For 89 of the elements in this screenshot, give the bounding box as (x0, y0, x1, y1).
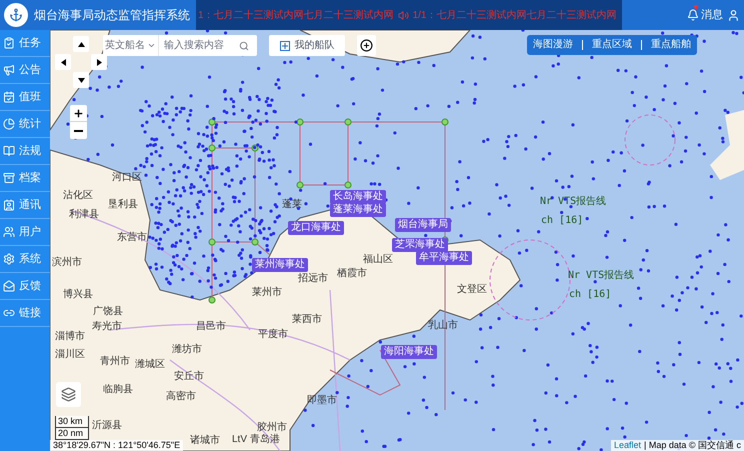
coordinates-readout: 38°18'29.67"N : 121°50'46.75"E (50, 440, 184, 451)
place-label: 东营市 (117, 233, 147, 243)
link-icon (3, 307, 15, 319)
feedback-icon (3, 280, 15, 292)
place-label: 潍坊市 (172, 345, 202, 355)
minus-icon (74, 130, 83, 132)
scale-label: 20 nm (55, 428, 89, 440)
place-label: 莱西市 (292, 315, 322, 325)
bell-icon (687, 9, 699, 21)
attribution-text: | Map data © 国交信通 c (644, 440, 741, 451)
system-icon (3, 253, 15, 265)
logo-icon (4, 3, 28, 27)
notice-text: 1：七月二十三测试内网七月二十三测试内网 (198, 8, 394, 22)
view-tab[interactable]: 海图漫游 (533, 40, 573, 50)
place-label: 博兴县 (63, 290, 93, 300)
pan-up-button[interactable] (73, 36, 89, 52)
place-label: 高密市 (166, 392, 196, 402)
place-label: 利津县 (69, 210, 99, 220)
pan-down-button[interactable] (73, 72, 89, 88)
place-label: 胶州市 (257, 423, 287, 433)
law-icon (3, 145, 15, 157)
place-label: 潍城区 (135, 360, 165, 370)
place-label: 寿光市 (92, 322, 122, 332)
messages-button[interactable]: 消息 (687, 6, 723, 24)
search-icon[interactable] (239, 40, 249, 50)
layers-icon (61, 387, 76, 402)
view-tab[interactable]: 重点区域 (582, 40, 632, 50)
place-label: 栖霞市 (337, 269, 367, 279)
triangle-down-icon (78, 78, 84, 82)
leaflet-link[interactable]: Leaflet (614, 440, 641, 451)
office-marker[interactable]: 长岛海事处 (330, 190, 386, 204)
pan-left-button[interactable] (55, 54, 71, 70)
place-label: 文登区 (457, 285, 487, 295)
triangle-right-icon (96, 58, 102, 66)
contact-icon (3, 199, 15, 211)
place-label: 蓬莱 (282, 200, 302, 210)
place-label: 青州市 (100, 357, 130, 367)
vts-label: Nr VTS报告线 (568, 271, 634, 281)
place-label: 临朐县 (103, 385, 133, 395)
place-label: 沂源县 (92, 421, 122, 431)
archive-icon (3, 172, 15, 184)
office-marker[interactable]: 海阳海事处 (381, 345, 437, 359)
vts-label: ch [16] (541, 216, 584, 226)
place-label: 莱州市 (252, 288, 282, 298)
scale-label: 30 km (55, 416, 89, 428)
search-input[interactable]: 输入搜索内容 (159, 38, 239, 53)
circle-plus-icon (360, 39, 373, 52)
office-marker[interactable]: 龙口海事处 (288, 221, 344, 235)
office-marker[interactable]: 莱州海事处 (252, 258, 308, 272)
office-marker[interactable]: 牟平海事处 (416, 251, 472, 265)
users-icon (3, 226, 15, 238)
place-label: 平度市 (258, 330, 288, 340)
duty-icon (3, 91, 15, 103)
pan-right-button[interactable] (91, 54, 107, 70)
place-label: 诸城市 (190, 436, 220, 446)
search-field[interactable]: 输入搜索内容 (159, 35, 257, 56)
app-title: 烟台海事局动态监管指挥系统 (34, 7, 191, 24)
office-marker[interactable]: 蓬莱海事处 (330, 203, 386, 217)
notice-text: 1/1：七月二十三测试内网七月二十三测试内网 (412, 8, 616, 22)
search-type-select[interactable]: 英文船名 (103, 35, 159, 56)
place-label: 安丘市 (174, 372, 204, 382)
place-label: 广饶县 (93, 307, 123, 317)
place-label: 福山区 (363, 255, 393, 265)
office-marker[interactable]: 烟台海事局 (395, 218, 451, 232)
stats-icon (3, 118, 15, 130)
notice-icon (3, 64, 15, 76)
view-tab[interactable]: 重点船舶 (641, 40, 691, 50)
place-label: 招远市 (298, 274, 328, 284)
place-label: 沾化区 (63, 191, 93, 201)
place-label: 滨州市 (52, 258, 82, 268)
place-label: 昌邑市 (196, 322, 226, 332)
place-label: 淄博市 (55, 332, 85, 342)
place-label: 垦利县 (108, 200, 138, 210)
place-label: LtV 青岛港 (232, 435, 280, 445)
place-label: 淄川区 (55, 350, 85, 360)
chevron-down-icon (147, 41, 156, 50)
plus-square-icon (280, 40, 290, 50)
speaker-icon (398, 10, 409, 20)
layers-button[interactable] (56, 382, 81, 407)
triangle-up-icon (78, 42, 84, 46)
vts-label: Nr VTS报告线 (540, 197, 606, 207)
vts-label: ch [16] (569, 290, 612, 300)
user-icon[interactable] (727, 8, 740, 22)
task-icon (3, 37, 15, 49)
plus-icon (73, 108, 84, 118)
my-fleet-button[interactable]: 我的船队 (269, 35, 345, 56)
triangle-left-icon (60, 58, 66, 66)
add-button[interactable] (357, 35, 376, 56)
office-marker[interactable]: 芝罘海事处 (392, 238, 448, 252)
